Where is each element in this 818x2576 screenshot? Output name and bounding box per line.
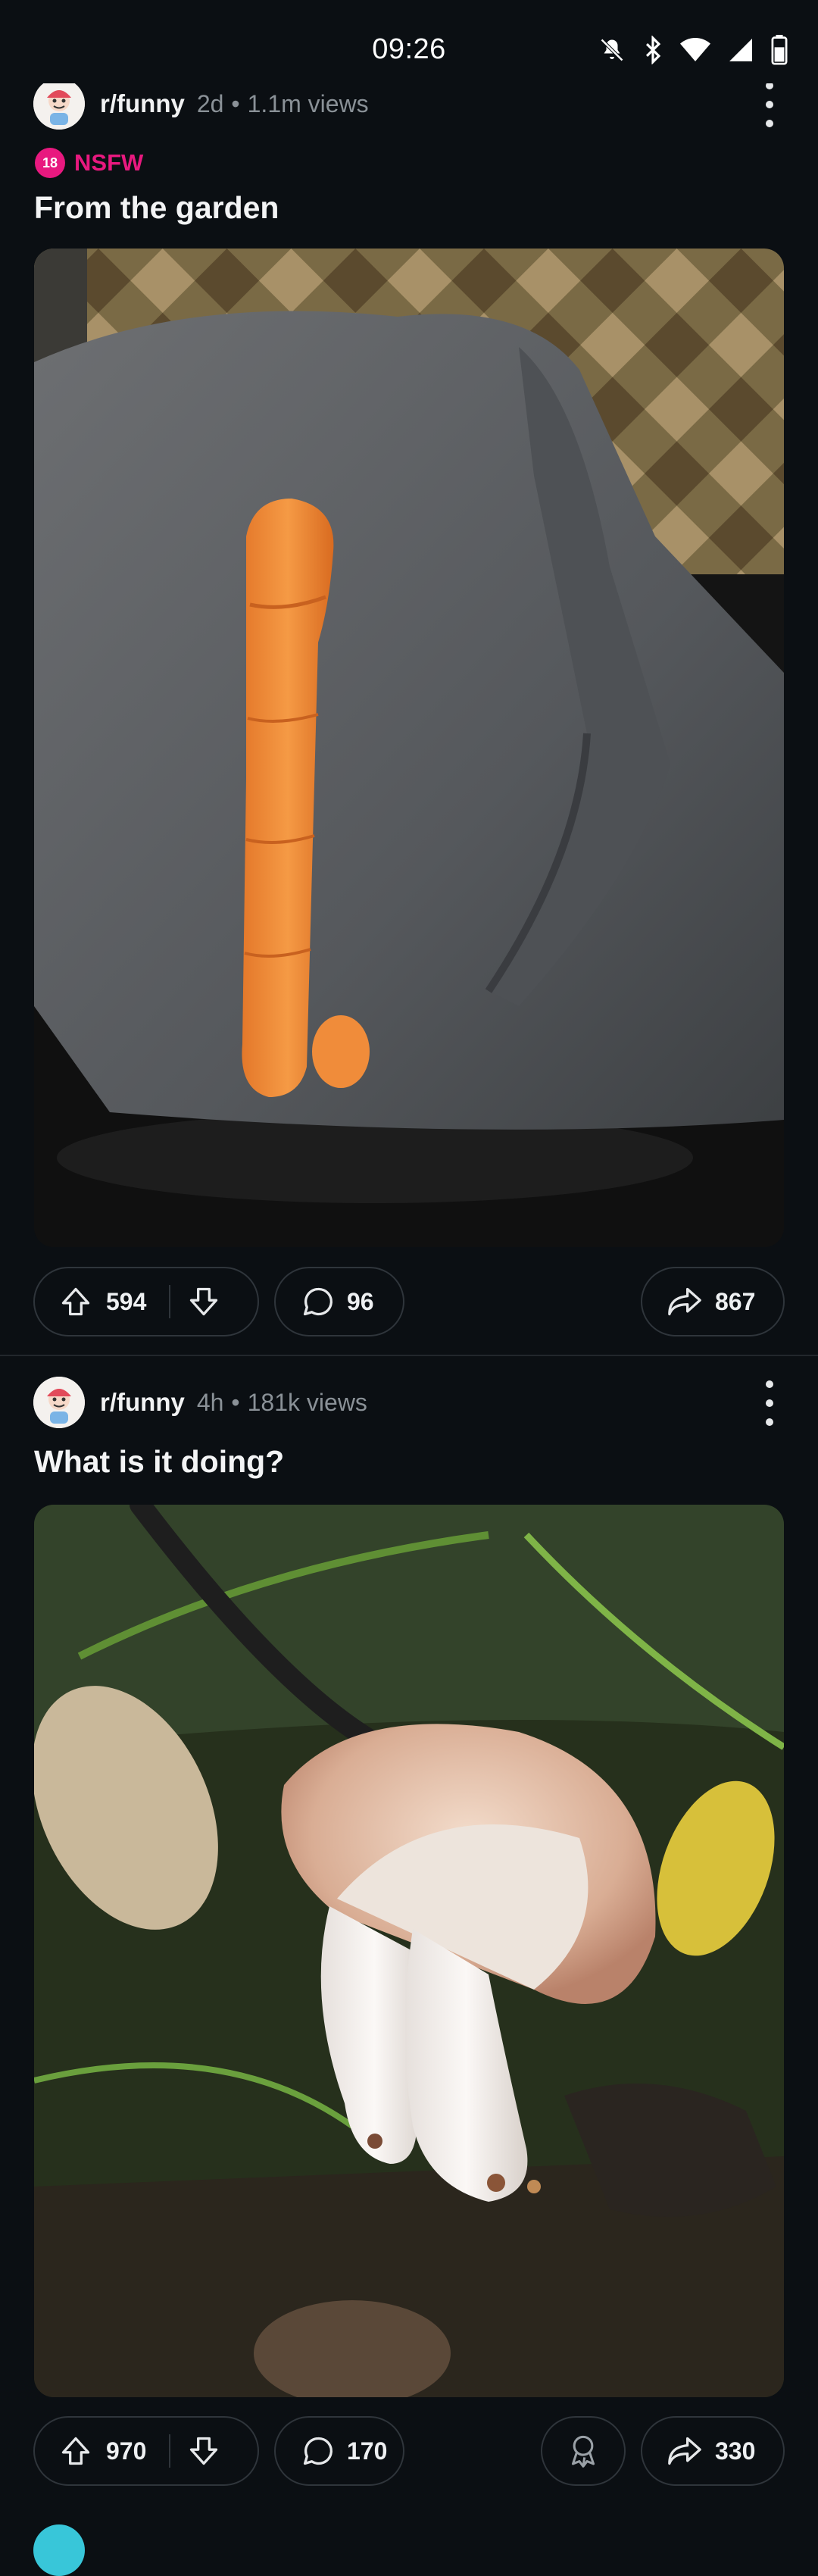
meta-separator-dot: • bbox=[231, 1388, 240, 1416]
status-bar: 09:26 bbox=[0, 0, 818, 83]
dot-icon bbox=[766, 1418, 773, 1426]
comment-count: 170 bbox=[347, 2437, 388, 2465]
carrot-photo bbox=[34, 249, 784, 1247]
downvote-icon[interactable] bbox=[187, 1285, 220, 1318]
downvote-icon[interactable] bbox=[187, 2434, 220, 2468]
upvote-count: 970 bbox=[106, 2437, 147, 2465]
share-icon bbox=[668, 2437, 701, 2465]
vote-pill: 970 bbox=[33, 2416, 259, 2486]
post-title[interactable]: From the garden bbox=[34, 190, 279, 226]
dot-icon bbox=[766, 1380, 773, 1388]
subreddit-name[interactable]: r/funny bbox=[100, 89, 185, 118]
post-age: 2d bbox=[196, 89, 224, 117]
comment-icon bbox=[303, 2437, 333, 2465]
comments-button[interactable]: 170 bbox=[274, 2416, 404, 2486]
post-age: 4h bbox=[196, 1388, 224, 1416]
award-button[interactable] bbox=[541, 2416, 626, 2486]
meta-separator-dot: • bbox=[231, 89, 240, 117]
vote-divider bbox=[169, 2434, 171, 2468]
dot-icon bbox=[766, 120, 773, 127]
share-count: 330 bbox=[715, 2437, 756, 2465]
post-image[interactable] bbox=[34, 1505, 784, 2397]
nsfw-tag: 18 NSFW bbox=[35, 148, 143, 178]
subreddit-avatar[interactable] bbox=[33, 78, 85, 130]
award-icon bbox=[571, 2435, 595, 2468]
post-views: 1.1m views bbox=[247, 89, 369, 117]
mushroom-photo bbox=[34, 1505, 784, 2397]
share-button[interactable]: 867 bbox=[641, 1267, 785, 1336]
status-icons bbox=[598, 35, 788, 65]
post-meta: 2d • 1.1m views bbox=[197, 90, 369, 118]
battery-icon bbox=[771, 35, 788, 65]
more-options-button[interactable] bbox=[760, 1380, 779, 1426]
nsfw-label: NSFW bbox=[74, 149, 144, 176]
comments-button[interactable]: 96 bbox=[274, 1267, 404, 1336]
post-views: 181k views bbox=[247, 1388, 367, 1416]
post-meta: 4h • 181k views bbox=[197, 1389, 367, 1417]
share-icon bbox=[668, 1287, 701, 1316]
bell-off-icon bbox=[600, 38, 624, 62]
post-header: r/funny 2d • 1.1m views bbox=[33, 77, 369, 130]
dot-icon bbox=[766, 1399, 773, 1407]
vote-pill: 594 bbox=[33, 1267, 259, 1336]
upvote-icon[interactable] bbox=[59, 2434, 92, 2468]
upvote-icon[interactable] bbox=[59, 1285, 92, 1318]
more-options-button[interactable] bbox=[760, 82, 779, 127]
post-card[interactable]: r/funny 2d • 1.1m views 18 NSFW From the g… bbox=[0, 0, 818, 1356]
wifi-icon bbox=[680, 38, 710, 61]
dot-icon bbox=[766, 101, 773, 108]
signal-icon bbox=[729, 39, 752, 61]
upvote-count: 594 bbox=[106, 1287, 147, 1315]
next-post-avatar[interactable] bbox=[33, 2524, 85, 2576]
share-button[interactable]: 330 bbox=[641, 2416, 785, 2486]
comment-icon bbox=[303, 1287, 333, 1316]
post-header: r/funny 4h • 181k views bbox=[33, 1376, 367, 1429]
bluetooth-icon bbox=[645, 36, 661, 64]
post-card[interactable]: r/funny 4h • 181k views What is it doing? bbox=[0, 1356, 818, 2576]
comment-count: 96 bbox=[347, 1287, 374, 1315]
subreddit-avatar[interactable] bbox=[33, 1377, 85, 1428]
post-action-bar: 594 96 867 bbox=[33, 1267, 785, 1336]
nsfw-badge: 18 bbox=[35, 148, 65, 178]
subreddit-name[interactable]: r/funny bbox=[100, 1388, 185, 1417]
post-action-bar: 970 170 330 bbox=[33, 2416, 785, 2486]
post-image[interactable] bbox=[34, 249, 784, 1247]
share-count: 867 bbox=[715, 1287, 756, 1315]
vote-divider bbox=[169, 1285, 171, 1318]
post-title[interactable]: What is it doing? bbox=[34, 1444, 284, 1480]
